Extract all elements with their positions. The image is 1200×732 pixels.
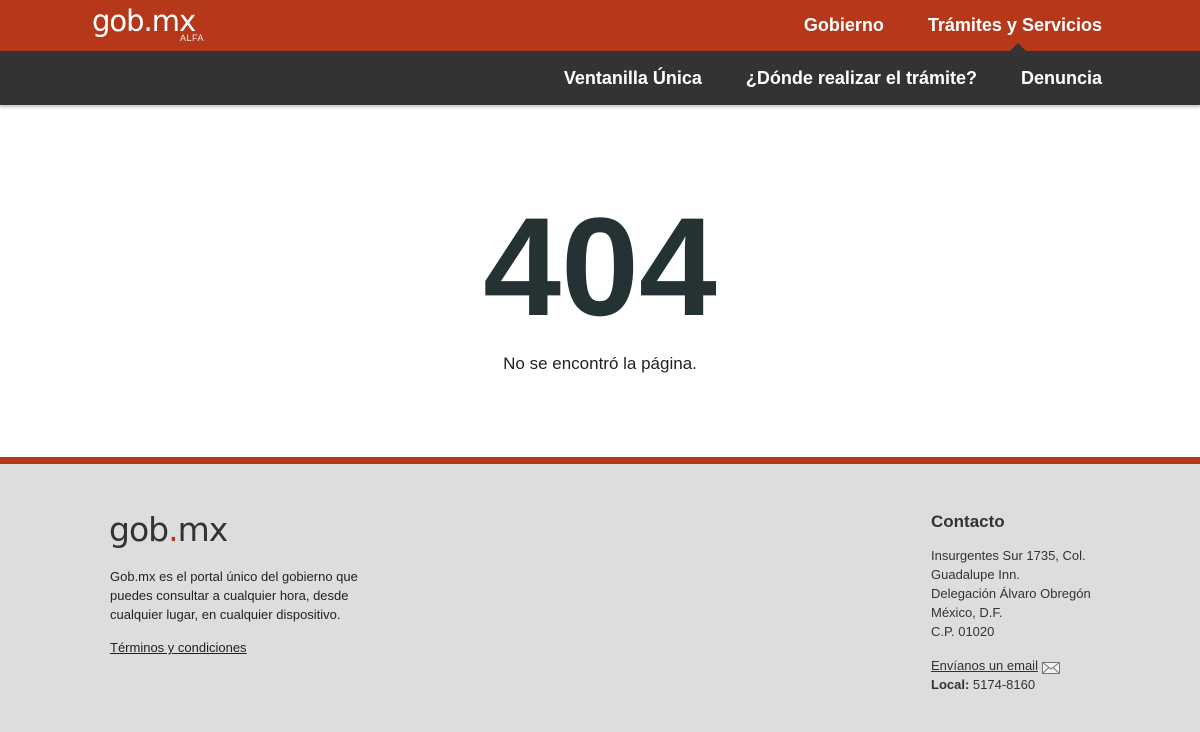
envelope-icon[interactable] (1041, 660, 1060, 674)
alfa-badge: ALFA (180, 33, 205, 43)
footer-logo: gob.mx (109, 510, 229, 550)
nav-gobierno[interactable]: Gobierno (804, 15, 884, 36)
gobmx-logo-link[interactable]: gob.mx ALFA (92, 4, 204, 43)
phone-value: 5174-8160 (972, 677, 1036, 692)
top-nav: Gobierno Trámites y Servicios (804, 0, 1102, 51)
sub-nav: Ventanilla Única ¿Dónde realizar el trám… (564, 51, 1102, 105)
footer-divider (0, 457, 1200, 464)
top-bar: gob.mx ALFA Gobierno Trámites y Servicio… (0, 0, 1200, 51)
terms-link[interactable]: Términos y condiciones (110, 640, 247, 655)
address-line: Insurgentes Sur 1735, Col. (931, 548, 1086, 563)
footer: gob.mx Gob.mx es el portal único del gob… (0, 464, 1200, 732)
error-content: 404 No se encontró la página. (0, 105, 1200, 457)
footer-logo-gob: gob (109, 510, 169, 549)
contact-section: Contacto Insurgentes Sur 1735, Col. Guad… (931, 512, 1151, 694)
email-link[interactable]: Envíanos un email (931, 656, 1038, 675)
footer-logo-dot: . (168, 510, 178, 549)
address-line: Delegación Álvaro Obregón (931, 586, 1091, 601)
address-line: Guadalupe Inn. (931, 567, 1020, 582)
nav-ventanilla-unica[interactable]: Ventanilla Única (564, 68, 702, 89)
nav-tramites-servicios[interactable]: Trámites y Servicios (928, 15, 1102, 36)
address-line: México, D.F. (931, 605, 1003, 620)
error-message: No se encontró la página. (503, 354, 697, 373)
footer-logo-mx: mx (177, 510, 229, 549)
email-row: Envíanos un email (931, 656, 1151, 675)
nav-donde-realizar-tramite[interactable]: ¿Dónde realizar el trámite? (746, 68, 977, 89)
phone-label: Local: (931, 677, 970, 692)
sub-bar: Ventanilla Única ¿Dónde realizar el trám… (0, 51, 1200, 105)
error-code: 404 (483, 188, 717, 345)
contact-address: Insurgentes Sur 1735, Col. Guadalupe Inn… (931, 546, 1151, 641)
phone-row: Local: 5174-8160 (931, 675, 1151, 694)
nav-denuncia[interactable]: Denuncia (1021, 68, 1102, 89)
address-line: C.P. 01020 (931, 624, 995, 639)
active-nav-caret (1010, 43, 1026, 51)
contact-title: Contacto (931, 512, 1005, 531)
footer-description: Gob.mx es el portal único del gobierno q… (110, 569, 358, 622)
